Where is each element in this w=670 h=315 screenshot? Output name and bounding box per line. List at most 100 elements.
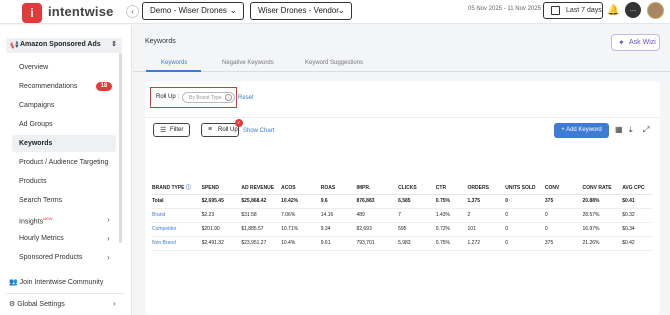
- table-header-row: BRAND TYPE ⓘ SPEND AD REVENUE ACOS ROAS …: [152, 176, 652, 195]
- header-impr[interactable]: IMPR.: [356, 176, 399, 195]
- bell-icon[interactable]: 🔔: [607, 5, 619, 16]
- megaphone-icon: 📢: [10, 42, 19, 49]
- sidebar-item-keywords[interactable]: Keywords: [19, 140, 52, 147]
- brand-name[interactable]: intentwise: [48, 4, 114, 19]
- sidebar-item-ad-groups[interactable]: Ad Groups: [19, 121, 52, 128]
- sidebar-item-hourly-metrics[interactable]: Hourly Metrics: [19, 235, 64, 242]
- table-cell: 0: [505, 236, 545, 251]
- table-cell: 0.72%: [435, 222, 468, 237]
- rollup-icon: ≡: [208, 126, 213, 133]
- sidebar-item-sponsored-products[interactable]: Sponsored Products: [19, 254, 82, 261]
- filter-button[interactable]: ☰ Filter: [153, 123, 190, 137]
- avatar[interactable]: [647, 2, 664, 19]
- header-conv-rate[interactable]: CONV RATE: [582, 176, 623, 195]
- table-cell: 876,883: [356, 194, 399, 209]
- table-cell: 0: [544, 208, 583, 223]
- header-brand-type[interactable]: BRAND TYPE ⓘ: [152, 176, 202, 195]
- divider: [6, 293, 124, 294]
- table-cell: 9.34: [320, 222, 357, 237]
- header-roas[interactable]: ROAS: [320, 176, 357, 195]
- ask-wizi-label: Ask Wizi: [629, 39, 656, 46]
- recommendations-badge: 18: [96, 82, 112, 91]
- add-keyword-button[interactable]: + Add Keyword: [554, 123, 609, 138]
- sidebar-item-products[interactable]: Products: [19, 178, 47, 185]
- table-cell: $31.58: [241, 208, 282, 223]
- table-cell: 20.88%: [582, 194, 623, 209]
- profile-select-value: Wiser Drones - Vendor: [258, 6, 339, 15]
- table-cell: 14.16: [320, 208, 357, 223]
- brand-type-link[interactable]: Non Brand: [152, 236, 202, 251]
- account-select-value: Demo - Wiser Drones: [150, 6, 227, 15]
- table-cell: 0: [544, 222, 583, 237]
- community-label: Join Intentwise Community: [19, 279, 104, 286]
- show-chart-link[interactable]: Show Chart: [243, 128, 274, 134]
- gear-icon: ⚙: [9, 301, 16, 308]
- date-preset-label: Last 7 days: [566, 7, 602, 14]
- tab-keywords[interactable]: Keywords: [161, 60, 187, 66]
- calendar-icon: [551, 6, 560, 15]
- top-bar: i intentwise ‹ Demo - Wiser Drones ⌄ Wis…: [0, 0, 670, 24]
- close-icon[interactable]: ×: [225, 94, 232, 101]
- columns-icon[interactable]: ▦: [615, 125, 624, 134]
- header-clicks[interactable]: CLICKS: [398, 176, 436, 195]
- global-settings[interactable]: ⚙ Global Settings: [9, 300, 65, 308]
- rollup-box: Roll Up : By Brand Type ×: [150, 87, 237, 108]
- table-cell: $201.90: [201, 222, 242, 237]
- account-switcher[interactable]: 📢 Amazon Sponsored Ads ⇕: [6, 38, 122, 53]
- ask-wizi-button[interactable]: ✦ Ask Wizi: [611, 34, 660, 51]
- table-cell: $25,868.42: [241, 194, 282, 209]
- header-orders[interactable]: ORDERS: [467, 176, 506, 195]
- sidebar-item-overview[interactable]: Overview: [19, 64, 48, 71]
- sidebar-item-product-targeting[interactable]: Product / Audience Targeting: [19, 159, 108, 166]
- keywords-card: Roll Up : By Brand Type × Reset ☰ Filter…: [145, 81, 660, 315]
- header-ctr[interactable]: CTR: [435, 176, 468, 195]
- reset-link[interactable]: Reset: [238, 95, 254, 101]
- chevron-down-icon: ⌄: [229, 5, 237, 15]
- download-icon[interactable]: ⤓: [629, 125, 638, 134]
- sidebar-item-search-terms[interactable]: Search Terms: [19, 197, 62, 204]
- header-units-sold[interactable]: UNITS SOLD: [505, 176, 545, 195]
- header-acos[interactable]: ACOS: [281, 176, 321, 195]
- sidebar-item-recommendations[interactable]: Recommendations: [19, 83, 77, 90]
- header-ad-revenue[interactable]: AD REVENUE: [241, 176, 282, 195]
- brand-type-link[interactable]: Competitor: [152, 222, 202, 237]
- header-avg-cpc[interactable]: AVG CPC: [622, 176, 652, 195]
- tab-divider: [133, 71, 670, 72]
- sidebar-item-campaigns[interactable]: Campaigns: [19, 102, 54, 109]
- table-cell: 10.71%: [281, 222, 321, 237]
- table-row: Brand $2.23 $31.58 7.06% 14.16 489 7 1.4…: [152, 208, 652, 223]
- header-spend[interactable]: SPEND: [201, 176, 242, 195]
- table-cell: 21.26%: [582, 236, 623, 251]
- rollup-label: Roll Up :: [156, 94, 180, 100]
- chevron-right-icon: ›: [107, 234, 110, 243]
- table-cell: 1,272: [467, 236, 506, 251]
- profile-select[interactable]: Wiser Drones - Vendor ⌄: [250, 2, 352, 20]
- intentwise-logo[interactable]: i: [22, 3, 42, 23]
- rollup-chip[interactable]: By Brand Type ×: [182, 92, 235, 103]
- sidebar-item-insights[interactable]: InsightsNEW: [19, 216, 52, 225]
- brand-type-link[interactable]: Brand: [152, 208, 202, 223]
- chat-icon[interactable]: …: [625, 2, 641, 18]
- table-cell: 595: [398, 222, 436, 237]
- filter-icon: ☰: [160, 127, 167, 134]
- rollup-button[interactable]: ≡ Roll Up: [201, 123, 239, 137]
- sort-icon: ⇕: [111, 41, 117, 48]
- tab-negative-keywords[interactable]: Negative Keywords: [222, 60, 274, 66]
- header-label: BRAND TYPE: [152, 184, 185, 191]
- table-cell: 10.4%: [281, 236, 321, 251]
- join-community-link[interactable]: 👥 Join Intentwise Community: [9, 278, 103, 286]
- account-select[interactable]: Demo - Wiser Drones ⌄: [142, 2, 244, 20]
- table-cell: 2: [467, 208, 506, 223]
- header-conv[interactable]: CONV: [544, 176, 583, 195]
- table-cell: 6,585: [398, 194, 436, 209]
- sidebar-scrollbar[interactable]: [119, 53, 122, 243]
- table-cell: 0: [505, 208, 545, 223]
- table-cell: 82,693: [356, 222, 399, 237]
- filter-label: Filter: [170, 127, 184, 133]
- expand-icon[interactable]: ⤢: [643, 125, 652, 134]
- tab-keyword-suggestions[interactable]: Keyword Suggestions: [305, 60, 363, 66]
- table-cell: 0.75%: [435, 236, 468, 251]
- date-preset-button[interactable]: Last 7 days: [543, 2, 603, 19]
- collapse-sidebar-button[interactable]: ‹: [126, 5, 139, 18]
- rollup-button-label: Roll Up: [218, 127, 238, 133]
